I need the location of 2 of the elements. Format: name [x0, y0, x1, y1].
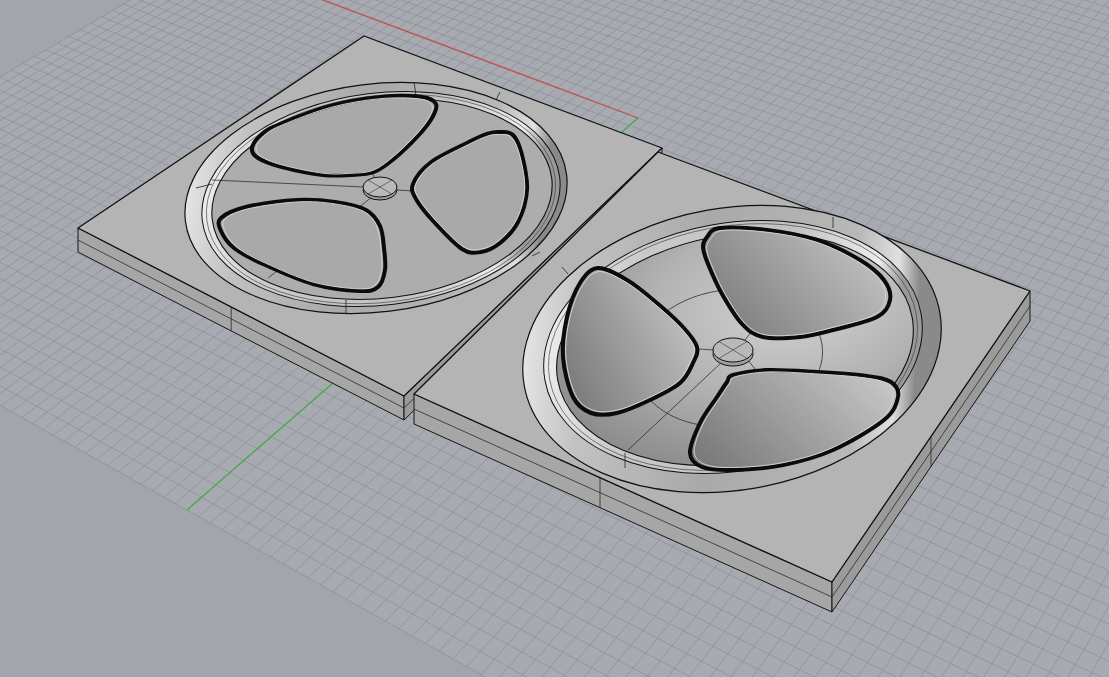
center-hub [362, 176, 398, 201]
center-hub [712, 337, 754, 367]
